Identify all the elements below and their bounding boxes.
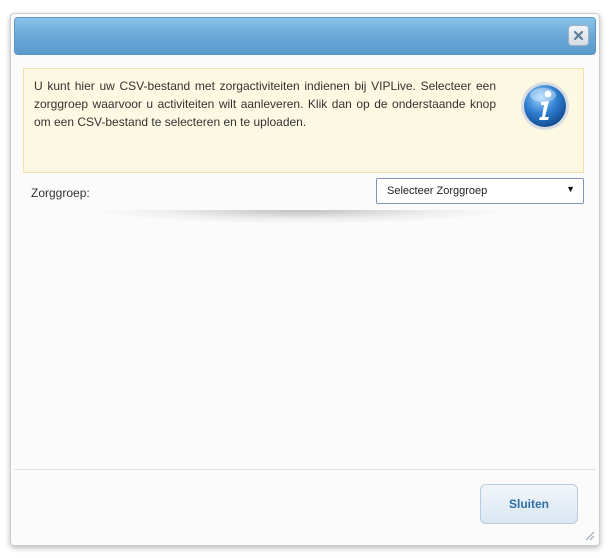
info-message-box: U kunt hier uw CSV-bestand met zorgactiv… <box>23 68 584 173</box>
footer-divider <box>14 469 596 470</box>
resize-grip-icon[interactable] <box>585 531 595 541</box>
sluiten-button[interactable]: Sluiten <box>480 484 578 524</box>
close-icon <box>573 30 584 41</box>
dialog-titlebar[interactable] <box>14 17 596 55</box>
zorggroep-label: Zorggroep: <box>31 186 90 200</box>
dialog-close-button[interactable] <box>568 25 589 46</box>
info-icon <box>521 82 569 130</box>
csv-upload-dialog: U kunt hier uw CSV-bestand met zorgactiv… <box>10 13 600 546</box>
zorggroep-select[interactable]: Selecteer Zorggroep ▼ <box>376 178 584 204</box>
sluiten-button-label: Sluiten <box>508 497 549 511</box>
section-divider <box>91 210 511 224</box>
chevron-down-icon: ▼ <box>566 184 575 194</box>
zorggroep-select-value: Selecteer Zorggroep <box>387 185 488 197</box>
info-message-text: U kunt hier uw CSV-bestand met zorgactiv… <box>34 79 496 129</box>
